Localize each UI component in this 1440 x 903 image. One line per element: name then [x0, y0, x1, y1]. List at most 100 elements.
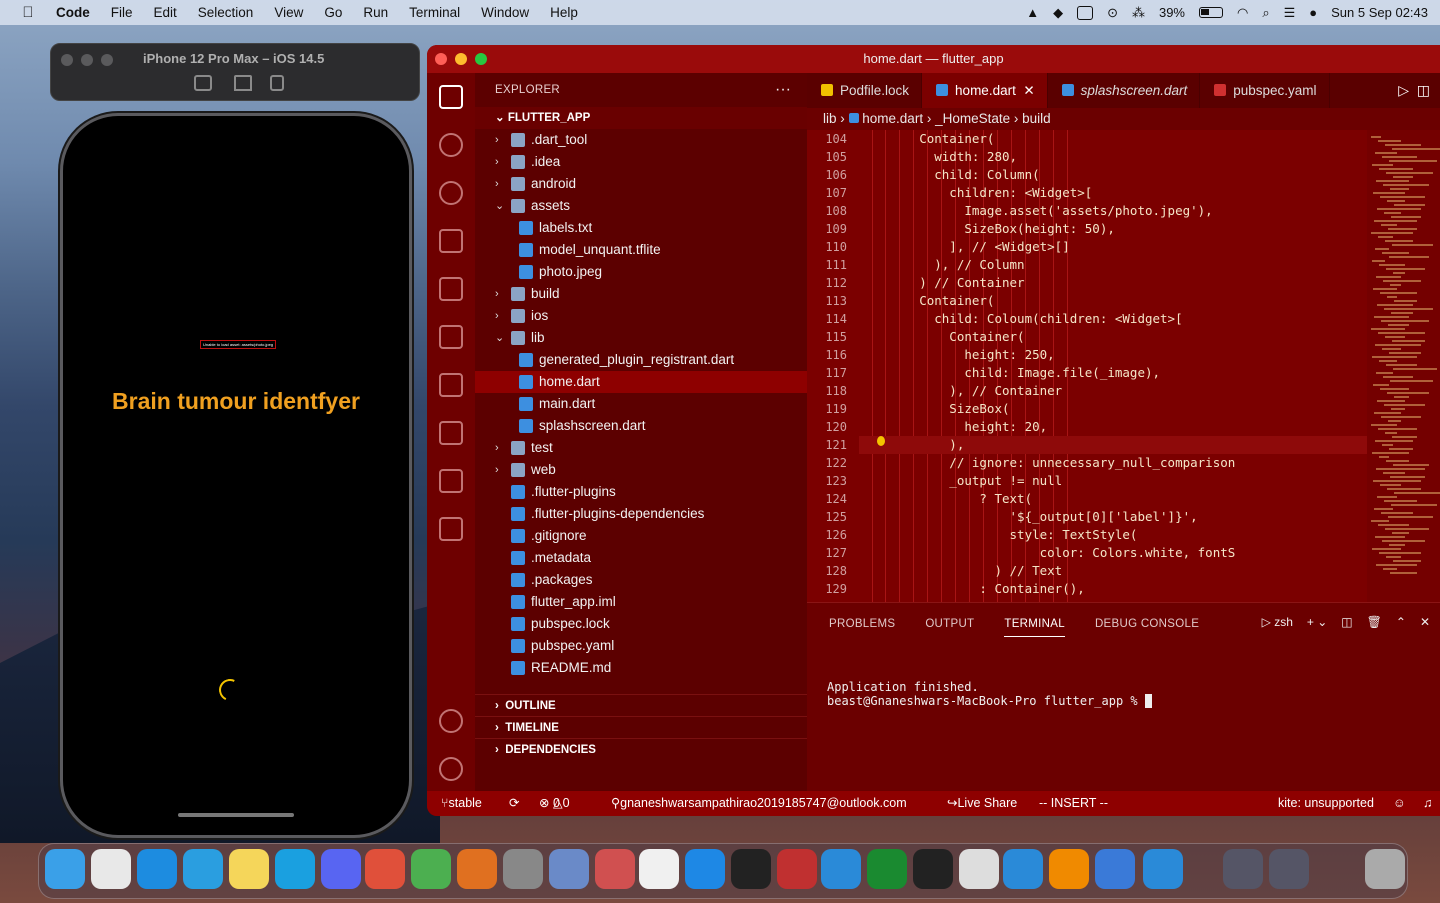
- safari-icon[interactable]: [821, 849, 861, 889]
- sim-minimize-button[interactable]: [81, 54, 93, 66]
- code-line[interactable]: Image.asset('assets/photo.jpeg'),: [859, 202, 1367, 220]
- tree-item[interactable]: home.dart: [475, 371, 807, 393]
- kill-terminal-icon[interactable]: 🗑: [1367, 615, 1382, 629]
- live-share-icon[interactable]: [439, 517, 463, 541]
- tree-item[interactable]: › ios: [475, 305, 807, 327]
- tree-item[interactable]: › .dart_tool: [475, 129, 807, 151]
- extensions-icon[interactable]: [439, 277, 463, 301]
- docker-icon[interactable]: [137, 849, 177, 889]
- downloads-icon[interactable]: [1223, 849, 1263, 889]
- matlab-icon[interactable]: [457, 849, 497, 889]
- kite-icon[interactable]: ◆: [1053, 5, 1063, 21]
- tree-item[interactable]: photo.jpeg: [475, 261, 807, 283]
- tree-item[interactable]: .flutter-plugins-dependencies: [475, 503, 807, 525]
- photo-booth-icon[interactable]: [777, 849, 817, 889]
- tree-item[interactable]: ⌄ assets: [475, 195, 807, 217]
- account-icon[interactable]: [439, 709, 463, 733]
- branch-status[interactable]: ⑂ stable: [441, 791, 482, 816]
- source-control-icon[interactable]: [439, 181, 463, 205]
- terminal-icon[interactable]: [913, 849, 953, 889]
- documents-icon[interactable]: [1269, 849, 1309, 889]
- code-line[interactable]: ),: [859, 436, 1367, 454]
- live-share-status[interactable]: ↪ Live Share: [947, 791, 1017, 816]
- minimize-button[interactable]: [455, 53, 467, 65]
- tree-item[interactable]: README.md: [475, 657, 807, 679]
- code-line[interactable]: ), // Container: [859, 382, 1367, 400]
- new-terminal-icon[interactable]: + ⌄: [1307, 615, 1327, 629]
- tab-terminal[interactable]: TERMINAL: [1004, 618, 1065, 637]
- close-panel-icon[interactable]: ✕: [1420, 615, 1430, 629]
- breadcrumb-lib[interactable]: lib: [823, 111, 837, 126]
- tree-item[interactable]: .metadata: [475, 547, 807, 569]
- tab-podfile-lock[interactable]: Podfile.lock: [807, 73, 923, 108]
- tab-home-dart[interactable]: home.dart ✕: [922, 73, 1048, 108]
- menu-help[interactable]: Help: [550, 5, 578, 20]
- sync-icon[interactable]: ⟳: [509, 791, 519, 816]
- feedback-icon[interactable]: ☺: [1393, 791, 1406, 816]
- menu-view[interactable]: View: [274, 5, 303, 20]
- code-line[interactable]: width: 280,: [859, 148, 1367, 166]
- kindle-icon[interactable]: [1003, 849, 1043, 889]
- chevron-icon[interactable]: ›: [495, 173, 505, 195]
- tree-item[interactable]: .packages: [475, 569, 807, 591]
- tree-item[interactable]: model_unquant.tflite: [475, 239, 807, 261]
- tree-item[interactable]: ⌄ lib: [475, 327, 807, 349]
- screenshot-icon[interactable]: [194, 75, 212, 91]
- outline-section[interactable]: › OUTLINE: [475, 694, 807, 716]
- code-line[interactable]: style: TextStyle(: [859, 526, 1367, 544]
- system-preferences-icon[interactable]: [503, 849, 543, 889]
- close-button[interactable]: [435, 53, 447, 65]
- iphone-screen[interactable]: Unable to load asset: assets/photo.jpeg …: [60, 113, 412, 838]
- chevron-icon[interactable]: ›: [495, 305, 505, 327]
- code-line[interactable]: height: 250,: [859, 346, 1367, 364]
- tree-item[interactable]: .gitignore: [475, 525, 807, 547]
- tab-splashscreen-dart[interactable]: splashscreen.dart: [1048, 73, 1201, 108]
- code-line[interactable]: _output != null: [859, 472, 1367, 490]
- notes-icon[interactable]: [229, 849, 269, 889]
- r-icon[interactable]: [549, 849, 589, 889]
- tree-item[interactable]: › android: [475, 173, 807, 195]
- home-icon[interactable]: [234, 75, 252, 91]
- code-line[interactable]: children: <Widget>[: [859, 184, 1367, 202]
- chevron-icon[interactable]: ⌄: [495, 327, 505, 349]
- manage-gear-icon[interactable]: [439, 757, 463, 781]
- project-root[interactable]: ⌄ FLUTTER_APP: [475, 107, 807, 129]
- breadcrumb-method[interactable]: build: [1022, 111, 1051, 126]
- minimap[interactable]: [1367, 130, 1440, 602]
- code-line[interactable]: ], // <Widget>[]: [859, 238, 1367, 256]
- testing-icon[interactable]: [439, 325, 463, 349]
- remote-explorer-icon[interactable]: [439, 373, 463, 397]
- flutter-icon[interactable]: [439, 421, 463, 445]
- sim-zoom-button[interactable]: [101, 54, 113, 66]
- run-icon[interactable]: ▷: [1398, 82, 1409, 98]
- telegram-icon[interactable]: [183, 849, 223, 889]
- menu-selection[interactable]: Selection: [198, 5, 254, 20]
- tree-item[interactable]: › test: [475, 437, 807, 459]
- dex-icon[interactable]: [365, 849, 405, 889]
- sim-close-button[interactable]: [61, 54, 73, 66]
- code-line[interactable]: '${_output[0]['label']}',: [859, 508, 1367, 526]
- tab-output[interactable]: OUTPUT: [925, 618, 974, 630]
- code-line[interactable]: height: 20,: [859, 418, 1367, 436]
- code-line[interactable]: child: Column(: [859, 166, 1367, 184]
- code-editor[interactable]: 104 Container(105 width: 280, 106 child: …: [807, 130, 1367, 602]
- run-debug-icon[interactable]: [439, 229, 463, 253]
- code-line[interactable]: ? Text(: [859, 490, 1367, 508]
- tree-item[interactable]: pubspec.yaml: [475, 635, 807, 657]
- timeline-section[interactable]: › TIMELINE: [475, 716, 807, 738]
- app-store-icon[interactable]: [1143, 849, 1183, 889]
- vlc-icon[interactable]: [1049, 849, 1089, 889]
- tree-item[interactable]: › web: [475, 459, 807, 481]
- tab-debug-console[interactable]: DEBUG CONSOLE: [1095, 618, 1199, 630]
- code-line[interactable]: ) // Container: [859, 274, 1367, 292]
- code-line[interactable]: ) // Text: [859, 562, 1367, 580]
- split-editor-icon[interactable]: ◫: [1417, 82, 1430, 98]
- account-status[interactable]: ⚲ gnaneshwarsampathirao2019185747@outloo…: [611, 791, 907, 816]
- zoom-button[interactable]: [475, 53, 487, 65]
- tree-item[interactable]: › .idea: [475, 151, 807, 173]
- siri-icon[interactable]: ●: [1309, 5, 1317, 20]
- code-line[interactable]: ), // Column: [859, 256, 1367, 274]
- textedit-icon[interactable]: [91, 849, 131, 889]
- more-actions-icon[interactable]: ···: [775, 73, 791, 107]
- screens-icon[interactable]: [959, 849, 999, 889]
